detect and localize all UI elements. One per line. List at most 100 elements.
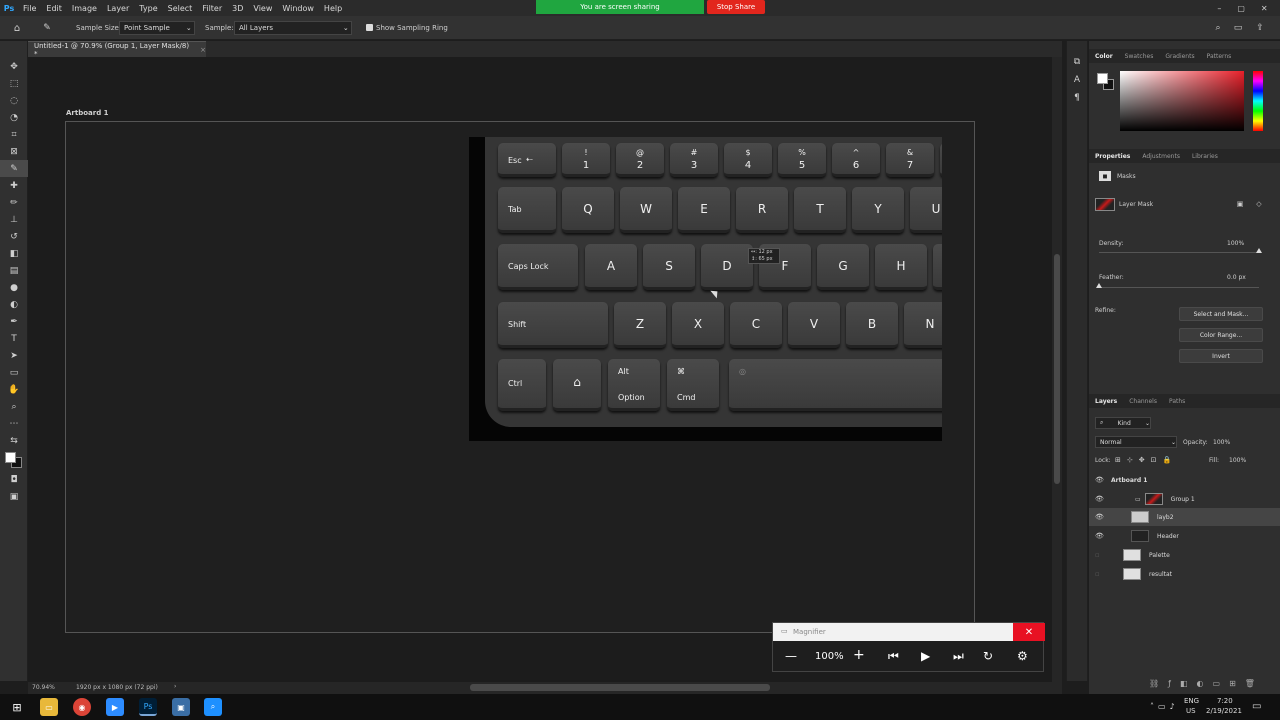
paragraph-panel-icon[interactable]: ¶ [1067, 89, 1087, 107]
magnifier-window[interactable]: ▭ Magnifier ✕ — 100% + ⏮ ▶ ⏭ ↻ ⚙ [772, 622, 1045, 672]
tab-color[interactable]: Color [1089, 53, 1119, 60]
feather-value[interactable]: 0.0 px [1227, 274, 1246, 281]
status-expand-icon[interactable]: › [174, 683, 176, 690]
horizontal-scroll-thumb[interactable] [470, 684, 770, 691]
tab-patterns[interactable]: Patterns [1201, 53, 1238, 60]
zoom-app-icon[interactable]: ▶ [106, 698, 124, 716]
zoom-level[interactable]: 70.94% [32, 684, 55, 691]
hue-slider[interactable] [1253, 71, 1263, 131]
app-window-icon[interactable]: ▣ [172, 698, 190, 716]
clock-time[interactable]: 7:20 [1217, 697, 1233, 705]
hidden-visibility-icon[interactable]: ▫ [1095, 570, 1105, 578]
keyboard-image[interactable]: Esc ⇠ ! 1 @2 #3 $4 % 5 ^ 6 & 7 Tab Q W E R T … [469, 137, 942, 441]
opacity-value[interactable]: 100% [1213, 439, 1230, 446]
tab-gradients[interactable]: Gradients [1159, 53, 1200, 60]
tab-layers[interactable]: Layers [1089, 398, 1123, 405]
layer-mask-thumbnail[interactable] [1095, 198, 1115, 211]
tab-paths[interactable]: Paths [1163, 398, 1191, 405]
hidden-visibility-icon[interactable]: ▫ [1095, 551, 1105, 559]
visibility-eye-icon[interactable]: 👁 [1095, 513, 1105, 521]
menu-view[interactable]: View [248, 4, 277, 13]
menu-filter[interactable]: Filter [197, 4, 227, 13]
history-brush-icon[interactable]: ↺ [0, 228, 28, 245]
fill-value[interactable]: 100% [1229, 457, 1246, 464]
eyedropper-icon[interactable]: ✎ [0, 160, 28, 177]
workspace-icon[interactable]: ▭ [1232, 21, 1244, 35]
menu-edit[interactable]: Edit [41, 4, 67, 13]
layer-thumbnail[interactable] [1131, 511, 1149, 523]
menu-type[interactable]: Type [134, 4, 162, 13]
next-icon[interactable]: ⏭ [953, 649, 964, 667]
pen-tool-icon[interactable]: ✒ [0, 313, 28, 330]
hand-tool-icon[interactable]: ✋ [0, 381, 28, 398]
menu-layer[interactable]: Layer [102, 4, 134, 13]
menu-file[interactable]: File [18, 4, 41, 13]
clone-stamp-icon[interactable]: ⊥ [0, 211, 28, 228]
group-mask-thumbnail[interactable] [1144, 493, 1163, 505]
quick-select-tool-icon[interactable]: ◔ [0, 109, 28, 126]
color-swatches[interactable] [0, 449, 28, 471]
tab-adjustments[interactable]: Adjustments [1136, 153, 1186, 160]
healing-brush-icon[interactable]: ✚ [0, 177, 28, 194]
visibility-eye-icon[interactable]: 👁 [1095, 476, 1105, 484]
menu-image[interactable]: Image [67, 4, 102, 13]
layer-filter-kind-select[interactable]: ⌕ Kind ⌄ [1095, 417, 1151, 429]
layer-thumbnail[interactable] [1123, 568, 1141, 580]
stop-share-button[interactable]: Stop Share [707, 0, 765, 14]
menu-select[interactable]: Select [163, 4, 198, 13]
density-value[interactable]: 100% [1227, 240, 1244, 247]
magnifier-close-button[interactable]: ✕ [1013, 623, 1045, 641]
show-sampling-ring-checkbox[interactable] [366, 24, 373, 31]
zoom-tool-icon[interactable]: ⌕ [0, 398, 28, 415]
foreground-color-swatch[interactable] [5, 452, 16, 463]
zoom-in-icon[interactable]: + [853, 647, 865, 665]
visibility-eye-icon[interactable]: 👁 [1095, 495, 1105, 503]
photoshop-taskbar-icon[interactable]: Ps [139, 698, 157, 716]
artboard-label[interactable]: Artboard 1 [66, 109, 109, 117]
layers-footer-actions[interactable]: ⛓ƒ◧◐▭⊞🗑 [1149, 679, 1264, 688]
lasso-tool-icon[interactable]: ◌ [0, 92, 28, 109]
character-panel-icon[interactable]: A [1067, 71, 1087, 89]
layer-thumbnail[interactable] [1131, 530, 1149, 542]
more-tools-icon[interactable]: ⋯ [0, 415, 28, 432]
search-icon[interactable]: ⌕ [1212, 21, 1224, 35]
density-slider[interactable] [1099, 252, 1259, 253]
close-window-icon[interactable]: ✕ [1261, 4, 1268, 13]
magnifier-title-bar[interactable]: ▭ Magnifier [773, 623, 1045, 641]
blend-mode-select[interactable]: Normal ⌄ [1095, 436, 1177, 448]
previous-icon[interactable]: ⏮ [888, 649, 899, 667]
foreground-swatch[interactable] [1097, 73, 1108, 84]
menu-3d[interactable]: 3D [227, 4, 248, 13]
input-language[interactable]: ENG [1184, 697, 1199, 705]
magnifier-taskbar-icon[interactable]: ⌕ [204, 698, 222, 716]
layer-thumbnail[interactable] [1123, 549, 1141, 561]
sample-layers-select[interactable]: All Layers ⌄ [234, 21, 352, 35]
move-tool-icon[interactable]: ✥ [0, 58, 28, 75]
layer-artboard-1[interactable]: 👁 Artboard 1 [1089, 471, 1280, 489]
vector-mask-icon[interactable]: ◇ [1253, 199, 1265, 209]
notifications-icon[interactable]: ▭ [1252, 701, 1261, 712]
tab-channels[interactable]: Channels [1123, 398, 1163, 405]
path-select-icon[interactable]: ➤ [0, 347, 28, 364]
layer-resultat[interactable]: ▫ resultat [1089, 565, 1280, 583]
crop-tool-icon[interactable]: ⌗ [0, 126, 28, 143]
layer-header[interactable]: 👁 Header [1089, 527, 1280, 545]
lock-options-icon[interactable]: ⊞⊹✥⊡🔒 [1115, 456, 1177, 464]
density-slider-handle[interactable] [1256, 248, 1262, 253]
read-aloud-icon[interactable]: ↻ [983, 649, 993, 667]
vertical-scroll-thumb[interactable] [1054, 254, 1060, 484]
select-and-mask-button[interactable]: Select and Mask... [1179, 307, 1263, 321]
menu-window[interactable]: Window [277, 4, 319, 13]
gradient-tool-icon[interactable]: ▤ [0, 262, 28, 279]
visibility-eye-icon[interactable]: 👁 [1095, 532, 1105, 540]
feather-slider[interactable] [1099, 287, 1259, 288]
play-icon[interactable]: ▶ [921, 649, 930, 667]
eraser-tool-icon[interactable]: ◧ [0, 245, 28, 262]
frame-tool-icon[interactable]: ⊠ [0, 143, 28, 160]
brush-tool-icon[interactable]: ✏ [0, 194, 28, 211]
type-tool-icon[interactable]: T [0, 330, 28, 347]
share-icon[interactable]: ⇪ [1254, 21, 1266, 35]
feather-slider-handle[interactable] [1096, 283, 1102, 288]
menu-help[interactable]: Help [319, 4, 347, 13]
file-explorer-icon[interactable]: ▭ [40, 698, 58, 716]
